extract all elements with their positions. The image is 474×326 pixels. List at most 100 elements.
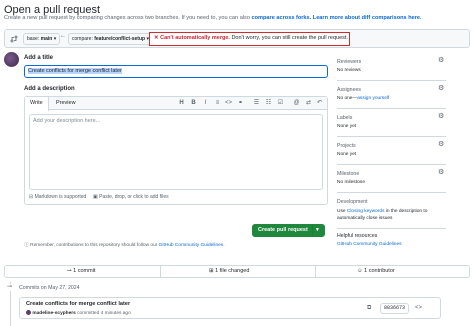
labels-value: None yet [337,124,357,129]
tab-preview[interactable]: Preview [51,97,81,110]
italic-icon[interactable]: I [202,100,209,107]
copy-icon[interactable]: ⧉ [367,305,371,312]
development-heading: Development [337,199,368,205]
avatar [26,310,31,315]
file-diff-icon: ⊞ [209,268,214,274]
files-changed-count[interactable]: ⊞ 1 file changed [209,266,249,277]
gear-icon[interactable]: ⚙ [438,85,444,92]
commits-count-text: 1 commit [73,268,96,274]
remember-suffix: . [223,243,225,248]
quote-icon[interactable]: ≡ [214,100,221,107]
gear-icon[interactable]: ⚙ [438,113,444,120]
milestone-value: No milestone [337,180,365,185]
merge-conflict-warning: ✕ Can't automatically merge. Don't worry… [149,32,350,46]
info-icon: ⓘ [24,243,29,248]
commits-date-header: Commits on May 27, 2024 [19,285,80,291]
base-branch-value: main [40,36,53,42]
title-input[interactable]: Create conflicts for merge conflict late… [24,65,328,78]
contributors-count[interactable]: ☺ 1 contributor [357,266,395,277]
commit-time: committed 4 minutes ago [75,310,131,316]
bold-icon[interactable]: B [190,100,197,107]
editor-footer: ⊟ Markdown is supported ▣ Paste, drop, o… [25,190,327,204]
assign-yourself-link[interactable]: assign yourself [357,96,389,101]
compare-branch-value: feature/conflict-setup [94,36,146,42]
title-input-value: Create conflicts for merge conflict late… [28,68,122,74]
files-changed-text: 1 file changed [215,268,250,274]
page-subtitle: Create a new pull request by comparing c… [4,15,422,21]
editor-toolbar: Write Preview H B I ≡ <> ⚭ ☰ ☷ ☑ @ ⇄ ↶ [25,97,327,111]
helpful-resources-heading: Helpful resources [337,233,378,239]
community-guidelines-link[interactable]: GitHub Community Guidelines [159,243,224,248]
assignees-none: No one— [337,96,358,101]
attach-files-text: Paste, drop, or click to add files [99,194,169,200]
description-placeholder: Add your description here... [33,118,101,124]
code-icon[interactable]: <> [225,100,232,107]
assignees-value: No one—assign yourself [337,96,389,101]
link-icon[interactable]: ⚭ [237,100,244,107]
ordered-list-icon[interactable]: ☰ [253,100,260,107]
commits-count[interactable]: ⊸ 1 commit [67,266,95,277]
task-list-icon[interactable]: ☑ [277,100,284,107]
description-label: Add a description [24,86,75,92]
reviewers-value: No reviews [337,68,361,73]
commit-icon: ⊸ [67,268,72,274]
sidebar-divider [337,80,446,81]
button-divider [312,224,313,237]
merge-warning-text: Don't worry, you can still create the pu… [229,35,348,41]
title-label: Add a title [24,55,54,61]
chevron-down-icon[interactable]: ▾ [316,224,319,237]
projects-heading[interactable]: Projects [337,143,356,149]
compare-branch-select[interactable]: compare: feature/conflict-setup ▾ [68,33,153,45]
commit-sha-button[interactable]: 8836673 [380,303,410,314]
labels-heading[interactable]: Labels [337,115,352,121]
reference-icon[interactable]: ⇄ [305,100,312,107]
attach-files[interactable]: ▣ Paste, drop, or click to add files [93,194,169,200]
undo-icon[interactable]: ↶ [316,100,323,107]
remember-note: ⓘ Remember, contributions to this reposi… [24,241,225,248]
markdown-note[interactable]: ⊟ Markdown is supported [29,194,86,200]
commit-author[interactable]: madeline-scyphers [32,311,75,316]
tab-write[interactable]: Write [25,97,49,111]
commit-message[interactable]: Create conflicts for merge conflict late… [26,301,130,307]
contributors-text: 1 contributor [364,268,395,274]
sidebar-divider [337,228,446,229]
people-icon: ☺ [357,268,363,274]
avatar [4,52,19,67]
git-compare-icon [10,35,18,43]
gear-icon[interactable]: ⚙ [438,141,444,148]
commit-meta: madeline-scyphers committed 4 minutes ag… [26,310,131,316]
reviewers-heading[interactable]: Reviewers [337,59,361,65]
base-branch-select[interactable]: base: main ▾ [23,33,61,45]
sidebar-divider [337,136,446,137]
assignees-heading[interactable]: Assignees [337,87,361,93]
browse-code-icon[interactable]: <> [415,305,422,311]
compare-stats: ⊸ 1 commit ⊞ 1 file changed ☺ 1 contribu… [4,265,470,278]
helpful-guidelines-link[interactable]: GitHub Community Guidelines [337,242,402,247]
base-branch-label: base: [27,36,41,42]
markdown-icon: ⊟ [29,194,34,200]
learn-more-link[interactable]: Learn more about diff comparisons here. [313,15,422,21]
image-icon: ▣ [93,194,98,200]
description-editor: Write Preview H B I ≡ <> ⚭ ☰ ☷ ☑ @ ⇄ ↶ A… [24,96,328,205]
gear-icon[interactable]: ⚙ [438,57,444,64]
create-pull-request-label: Create pull request [258,227,308,233]
merge-warning-strong: Can't automatically merge. [160,35,230,41]
compare-branch-label: compare: [72,36,95,42]
stats-divider [160,266,161,277]
description-textarea[interactable]: Add your description here... [29,114,323,190]
closing-keywords-link[interactable]: Closing keywords [347,209,385,214]
commit-icon: ⊸ [7,284,13,291]
development-prefix: Use [337,209,347,214]
heading-icon[interactable]: H [178,100,185,107]
create-pull-request-button[interactable]: Create pull request ▾ [252,224,325,237]
compare-forks-link[interactable]: compare across forks. [252,15,312,21]
remember-text: Remember, contributions to this reposito… [30,243,159,248]
milestone-heading[interactable]: Milestone [337,171,359,177]
projects-value: None yet [337,152,357,157]
gear-icon[interactable]: ⚙ [438,169,444,176]
arrow-left-icon: ← [60,33,66,39]
mention-icon[interactable]: @ [293,100,300,107]
sidebar-divider [337,108,446,109]
unordered-list-icon[interactable]: ☷ [265,100,272,107]
subtitle-text: Create a new pull request by comparing c… [4,15,252,21]
